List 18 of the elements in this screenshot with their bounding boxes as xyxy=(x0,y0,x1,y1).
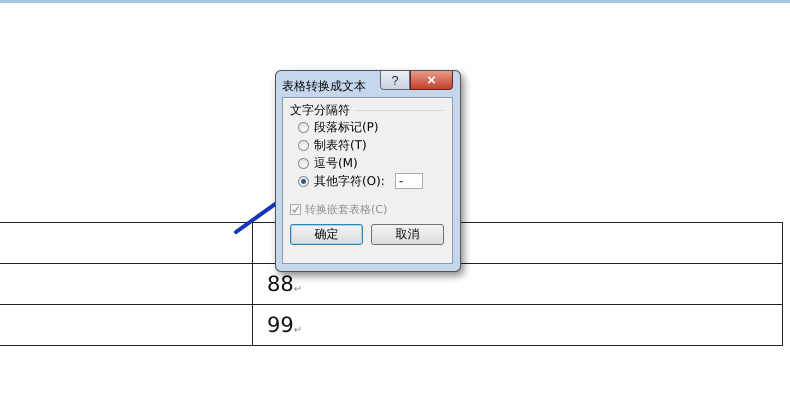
ok-button[interactable]: 确定 xyxy=(290,224,363,245)
cell-text: 99 xyxy=(267,313,294,337)
option-label[interactable]: 其他字符(O): xyxy=(314,172,385,190)
option-label[interactable]: 制表符(T) xyxy=(314,136,367,154)
cell-text: 88 xyxy=(267,272,294,296)
dialog-title: 表格转换成文本 xyxy=(282,78,366,95)
paragraph-mark: ↵ xyxy=(294,325,302,336)
help-button[interactable]: ? xyxy=(380,71,410,90)
option-label[interactable]: 逗号(M) xyxy=(314,154,358,172)
radio-button[interactable] xyxy=(298,176,309,186)
radio-button[interactable] xyxy=(298,122,309,132)
radio-button[interactable] xyxy=(298,158,309,168)
input-field[interactable]: - xyxy=(394,173,423,189)
option-label[interactable]: 段落标记(P) xyxy=(314,118,379,136)
radio-button[interactable] xyxy=(298,140,309,150)
cancel-button[interactable]: 取消 xyxy=(371,224,444,245)
group-title: 文字分隔符 xyxy=(290,102,350,118)
paragraph-mark: ↵ xyxy=(294,284,302,295)
